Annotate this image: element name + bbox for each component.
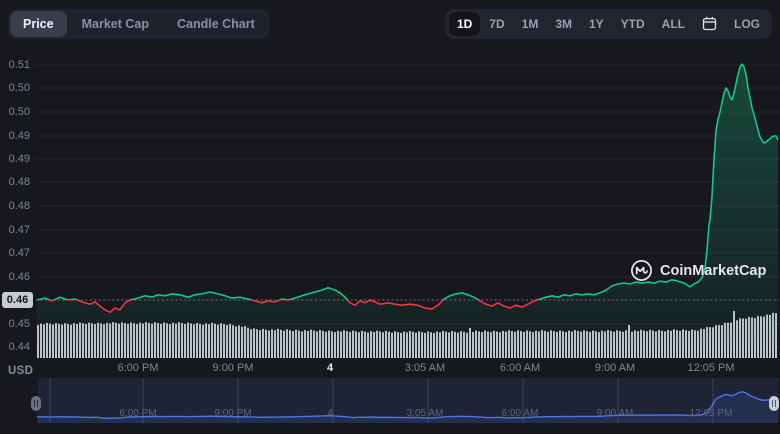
x-axis-label: 6:00 AM [499, 362, 541, 374]
y-axis-label: 0.50 [8, 106, 30, 118]
price-chart-canvas[interactable] [0, 0, 780, 378]
x-axis-label: 9:00 PM [212, 362, 254, 374]
time-range-selector: 1D 7D 1M 3M 1Y YTD ALL LOG [444, 9, 772, 39]
price-chart-panel: 0.51 0.50 0.50 0.49 0.49 0.48 0.48 0.47 0.47 0.46… [0, 0, 780, 434]
y-axis-label: 0.49 [8, 130, 30, 142]
navigator-axis-label: 3:05 AM [406, 408, 444, 419]
range-button-1y[interactable]: 1Y [581, 12, 612, 36]
calendar-icon[interactable] [694, 13, 725, 36]
range-button-1m[interactable]: 1M [514, 12, 547, 36]
y-axis-label: 0.49 [8, 153, 30, 165]
y-axis-label: 0.46 [8, 271, 30, 283]
y-axis-label: 0.47 [8, 224, 30, 236]
x-axis-label: 4 [326, 362, 334, 374]
range-button-ytd[interactable]: YTD [613, 12, 653, 36]
y-axis-label: 0.51 [8, 59, 30, 71]
x-axis-label: 6:00 PM [117, 362, 159, 374]
navigator-axis-label: 9:00 AM [596, 408, 634, 419]
navigator-axis-label: 12:05 PM [689, 408, 733, 419]
y-axis-label: 0.48 [8, 200, 30, 212]
y-axis-label: 0.47 [8, 247, 30, 259]
navigator-axis-label: 4 [327, 408, 333, 419]
navigator-right-handle[interactable] [769, 396, 779, 411]
y-axis-label: 0.50 [8, 82, 30, 94]
range-button-1d[interactable]: 1D [448, 12, 481, 36]
x-axis-label: 3:05 AM [404, 362, 446, 374]
y-axis-label: 0.44 [8, 341, 30, 353]
x-axis-label: 12:05 PM [687, 362, 735, 374]
tab-price[interactable]: Price [10, 11, 67, 37]
navigator-left-handle[interactable] [31, 396, 41, 411]
currency-label: USD [8, 365, 34, 377]
tab-candle-chart[interactable]: Candle Chart [164, 11, 268, 37]
y-axis-label: 0.48 [8, 176, 30, 188]
range-navigator[interactable] [0, 378, 780, 424]
tab-market-cap[interactable]: Market Cap [69, 11, 162, 37]
navigator-axis-label: 9:00 PM [214, 408, 252, 419]
navigator-axis-label: 6:00 PM [119, 408, 157, 419]
reference-price-badge: 0.46 [2, 292, 33, 308]
log-scale-toggle[interactable]: LOG [726, 12, 768, 36]
y-axis-label: 0.45 [8, 318, 30, 330]
chart-type-tabs: Price Market Cap Candle Chart [8, 9, 270, 39]
range-button-3m[interactable]: 3M [547, 12, 580, 36]
x-axis-label: 9:00 AM [594, 362, 636, 374]
range-button-all[interactable]: ALL [654, 12, 693, 36]
navigator-axis-label: 6:00 AM [501, 408, 539, 419]
range-button-7d[interactable]: 7D [481, 12, 512, 36]
